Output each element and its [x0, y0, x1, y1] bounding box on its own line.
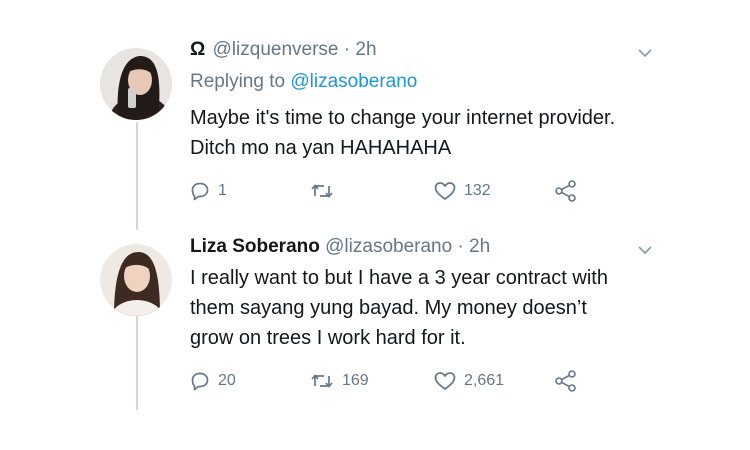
tweet-text-line: I really want to but I have a 3 year con…: [190, 267, 608, 289]
tweet-header: Liza Soberano @lizasoberano · 2h: [190, 235, 490, 259]
reply-count: 20: [218, 372, 236, 389]
like-count: 2,661: [464, 372, 505, 389]
tweet-2[interactable]: Liza Soberano @lizasoberano · 2h I reall…: [0, 230, 750, 450]
reply-button[interactable]: 1: [190, 178, 227, 204]
tweet-actions: 1 132: [190, 178, 610, 204]
retweet-icon: [311, 374, 333, 388]
display-name[interactable]: Liza Soberano: [190, 236, 320, 257]
reply-button[interactable]: 20: [190, 368, 236, 394]
share-icon: [555, 370, 576, 392]
share-button[interactable]: [554, 178, 586, 204]
chevron-down-icon[interactable]: [636, 44, 654, 62]
avatar[interactable]: [100, 244, 172, 316]
chevron-down-icon[interactable]: [636, 241, 654, 259]
retweet-count: 169: [342, 372, 369, 389]
like-icon: [434, 182, 456, 200]
retweet-button[interactable]: 169: [310, 368, 369, 394]
replying-to: Replying to @lizasoberano: [190, 70, 417, 94]
tweet-body: Maybe it's time to change your internet …: [190, 103, 690, 163]
reply-icon: [191, 182, 209, 201]
like-count: 132: [464, 182, 491, 199]
tweet-body: I really want to but I have a 3 year con…: [190, 263, 690, 353]
tweet-header: Ω @lizquenverse · 2h: [190, 38, 377, 62]
tweet-text-line: Maybe it's time to change your internet …: [190, 107, 616, 129]
reply-count: 1: [218, 182, 227, 199]
user-handle[interactable]: @lizquenverse: [213, 39, 339, 60]
like-button[interactable]: 2,661: [434, 368, 504, 394]
tweet-text-line: grow on trees I work hard for it.: [190, 327, 466, 349]
avatar[interactable]: [100, 48, 172, 120]
tweet-1[interactable]: Ω @lizquenverse · 2h Replying to @lizaso…: [0, 0, 750, 230]
timestamp[interactable]: · 2h: [344, 39, 377, 60]
reply-icon: [191, 372, 209, 391]
tweet-actions: 20 169 2,661: [190, 368, 610, 394]
share-icon: [555, 180, 576, 202]
share-button[interactable]: [554, 368, 586, 394]
profile-emblem: Ω: [190, 39, 206, 60]
like-icon: [434, 372, 456, 390]
tweet-text-line: them sayang yung bayad. My money doesn’t: [190, 297, 587, 319]
tweet-text-line: Ditch mo na yan HAHAHAHA: [190, 137, 452, 159]
like-button[interactable]: 132: [434, 178, 491, 204]
replying-to-label: Replying to: [190, 71, 286, 92]
replying-to-handle[interactable]: @lizasoberano: [290, 71, 417, 92]
user-handle[interactable]: @lizasoberano: [325, 236, 452, 257]
retweet-icon: [311, 184, 333, 198]
retweet-button[interactable]: [310, 178, 342, 204]
timestamp[interactable]: · 2h: [457, 236, 490, 257]
